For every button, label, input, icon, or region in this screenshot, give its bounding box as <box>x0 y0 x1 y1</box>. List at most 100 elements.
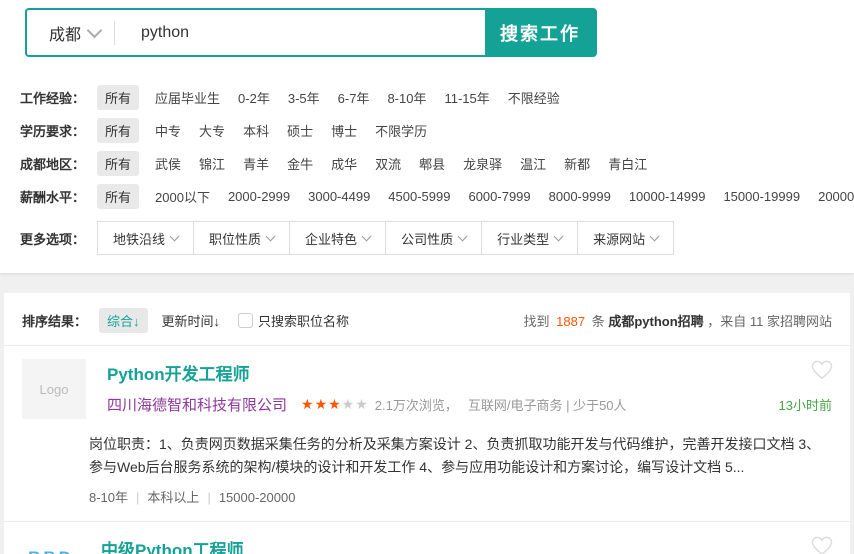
filter-row-district: 成都地区： 所有 武侯 锦江 青羊 金牛 成华 双流 郫县 龙泉驿 温江 新都 … <box>20 147 854 180</box>
salary-tag: 15000-20000 <box>219 490 296 505</box>
filter-option[interactable]: 新都 <box>562 151 592 176</box>
filter-option-selected[interactable]: 所有 <box>97 118 139 143</box>
filter-option[interactable]: 本科 <box>241 118 271 143</box>
job-top-row: BBD 中级Python工程师 成都数联铭品科技有限公司 ★★★★★ 1.8万次… <box>22 535 832 554</box>
chevron-down-icon <box>458 232 468 242</box>
filter-option[interactable]: 郫县 <box>417 151 447 176</box>
filter-option[interactable]: 不限经验 <box>506 85 562 110</box>
dropdown-label: 企业特色 <box>305 229 357 248</box>
filter-option[interactable]: 中专 <box>153 118 183 143</box>
sort-label: 排序结果： <box>22 311 87 330</box>
filter-row-salary: 薪酬水平： 所有 2000以下 2000-2999 3000-4499 4500… <box>20 180 854 213</box>
filter-option-selected[interactable]: 所有 <box>97 85 139 110</box>
search-keyword: 成都python招聘 <box>608 314 703 329</box>
filter-option[interactable]: 3-5年 <box>286 85 322 110</box>
star-rating: ★★★★★ <box>301 396 369 413</box>
filter-option-selected[interactable]: 所有 <box>97 184 139 209</box>
filter-option[interactable]: 龙泉驿 <box>461 151 504 176</box>
dropdown-company-type[interactable]: 公司性质 <box>385 221 482 255</box>
city-selector[interactable]: 成都 <box>27 21 114 45</box>
filter-option[interactable]: 6000-7999 <box>466 186 532 207</box>
dropdown-label: 来源网站 <box>593 229 645 248</box>
filter-option[interactable]: 金牛 <box>285 151 315 176</box>
sort-row: 排序结果： 综合↓ 更新时间↓ 只搜索职位名称 找到 1887 条 成都pyth… <box>4 293 850 345</box>
filter-option[interactable]: 硕士 <box>285 118 315 143</box>
logo-text: Logo <box>40 382 69 397</box>
dropdown-group: 地铁沿线 职位性质 企业特色 公司性质 行业类型 来源网站 <box>97 221 674 255</box>
title-only-checkbox[interactable] <box>238 313 253 328</box>
filter-option[interactable]: 0-2年 <box>236 85 272 110</box>
job-title-link[interactable]: 中级Python工程师 <box>101 536 244 554</box>
sort-update-time-button[interactable]: 更新时间↓ <box>162 311 221 330</box>
job-listing-1: Logo Python开发工程师 四川海德智和科技有限公司 ★★★★★ 2.1万… <box>4 346 850 521</box>
dropdown-metro-line[interactable]: 地铁沿线 <box>97 221 194 255</box>
city-label: 成都 <box>49 21 81 45</box>
logo-text: BBD <box>28 548 74 554</box>
filter-option[interactable]: 温江 <box>518 151 548 176</box>
filter-option[interactable]: 不限学历 <box>373 118 429 143</box>
chevron-down-icon <box>362 232 372 242</box>
company-logo-bbd: BBD <box>22 535 80 554</box>
filter-label-experience: 工作经验： <box>20 88 85 107</box>
filter-option[interactable]: 11-15年 <box>442 85 491 110</box>
company-link[interactable]: 四川海德智和科技有限公司 <box>107 394 287 415</box>
dropdown-label: 地铁沿线 <box>113 229 165 248</box>
dropdown-company-feature[interactable]: 企业特色 <box>289 221 386 255</box>
filter-option[interactable]: 双流 <box>373 151 403 176</box>
search-filter-panel: 成都 搜索工作 工作经验： 所有 应届毕业生 0-2年 3-5年 6-7年 8-… <box>0 0 854 273</box>
chevron-down-icon <box>170 232 180 242</box>
filter-option[interactable]: 6-7年 <box>336 85 372 110</box>
filter-option[interactable]: 3000-4499 <box>306 186 372 207</box>
search-button[interactable]: 搜索工作 <box>485 10 595 55</box>
filter-option[interactable]: 青羊 <box>241 151 271 176</box>
filter-option[interactable]: 大专 <box>197 118 227 143</box>
view-count: 2.1万次浏览， <box>375 395 458 414</box>
education-tag: 本科以上 <box>147 490 199 505</box>
filter-option[interactable]: 应届毕业生 <box>153 85 222 110</box>
sort-comprehensive-button[interactable]: 综合↓ <box>99 308 148 333</box>
experience-tag: 8-10年 <box>89 490 128 505</box>
dropdown-label: 职位性质 <box>209 229 261 248</box>
filter-label-salary: 薪酬水平： <box>20 187 85 206</box>
job-requirements: 8-10年|本科以上|15000-20000 <box>89 487 832 506</box>
stars-filled: ★★★ <box>301 396 342 412</box>
filter-option[interactable]: 10000-14999 <box>627 186 708 207</box>
industry-size: 互联网/电子商务 | 少于50人 <box>468 395 627 414</box>
filter-option[interactable]: 武侯 <box>153 151 183 176</box>
dropdown-label: 行业类型 <box>497 229 549 248</box>
favorite-heart-icon[interactable] <box>811 360 833 385</box>
filter-option-selected[interactable]: 所有 <box>97 151 139 176</box>
summary-mid: 条 <box>592 314 605 329</box>
filter-option[interactable]: 2000以下 <box>153 184 212 209</box>
filter-option[interactable]: 成华 <box>329 151 359 176</box>
filter-option[interactable]: 2000-2999 <box>226 186 292 207</box>
filter-option[interactable]: 青白江 <box>606 151 649 176</box>
filter-option[interactable]: 博士 <box>329 118 359 143</box>
checkbox-label: 只搜索职位名称 <box>258 311 349 330</box>
chevron-down-icon <box>650 232 660 242</box>
job-search-page: { "colors": { "accent_teal": "#13a295", … <box>0 0 854 554</box>
chevron-down-icon <box>87 22 103 38</box>
dropdown-industry[interactable]: 行业类型 <box>481 221 578 255</box>
job-description: 岗位职责：1、负责网页数据采集任务的分析及采集方案设计 2、负责抓取功能开发与代… <box>89 433 832 479</box>
dropdown-job-nature[interactable]: 职位性质 <box>193 221 290 255</box>
filter-option[interactable]: 8-10年 <box>385 85 428 110</box>
filter-option[interactable]: 锦江 <box>197 151 227 176</box>
posted-time: 13小时前 <box>779 395 832 414</box>
filter-option[interactable]: 15000-19999 <box>721 186 802 207</box>
search-input[interactable] <box>115 24 485 42</box>
dropdown-label: 公司性质 <box>401 229 453 248</box>
favorite-heart-icon[interactable] <box>811 536 833 554</box>
job-title-link[interactable]: Python开发工程师 <box>107 360 250 385</box>
filter-option[interactable]: 4500-5999 <box>386 186 452 207</box>
more-options-row: 更多选项： 地铁沿线 职位性质 企业特色 公司性质 行业类型 <box>20 219 854 257</box>
stars-empty: ★★ <box>342 396 369 412</box>
chevron-down-icon <box>554 232 564 242</box>
job-info: 中级Python工程师 成都数联铭品科技有限公司 ★★★★★ 1.8万次浏览， … <box>101 535 832 554</box>
job-meta-row: 四川海德智和科技有限公司 ★★★★★ 2.1万次浏览， 互联网/电子商务 | 少… <box>107 394 832 415</box>
filter-option[interactable]: 8000-9999 <box>547 186 613 207</box>
summary-prefix: 找到 <box>523 314 549 329</box>
dropdown-source-site[interactable]: 来源网站 <box>577 221 674 255</box>
filter-option[interactable]: 20000-29999 <box>816 186 854 207</box>
results-panel: 排序结果： 综合↓ 更新时间↓ 只搜索职位名称 找到 1887 条 成都pyth… <box>4 293 850 554</box>
